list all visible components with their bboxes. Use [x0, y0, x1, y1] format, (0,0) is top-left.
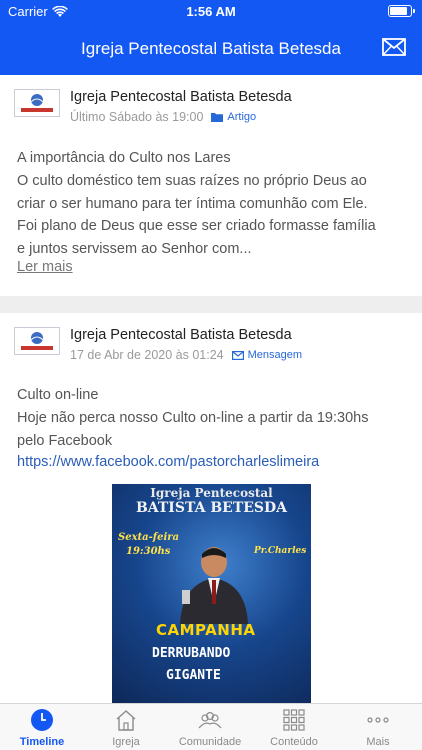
- post-category[interactable]: Artigo: [211, 111, 256, 123]
- pastor-photo: [180, 547, 248, 624]
- envelope-icon: [231, 350, 244, 360]
- tab-bar: Timeline Igreja Comunidade Conteúdo Mais: [0, 703, 422, 750]
- excerpt-line: Foi plano de Deus que esse ser criado fo…: [17, 218, 376, 234]
- tab-label: Igreja: [112, 736, 140, 748]
- excerpt-line: e juntos servissem ao Senhor com...: [17, 240, 252, 257]
- excerpt-line: criar o ser humano para ter íntima comun…: [17, 195, 368, 212]
- post-author[interactable]: Igreja Pentecostal Batista Betesda: [70, 89, 292, 105]
- post-category-label: Artigo: [227, 111, 257, 123]
- status-time: 1:56 AM: [186, 4, 236, 19]
- post-author[interactable]: Igreja Pentecostal Batista Betesda: [70, 327, 292, 343]
- clock-icon: [31, 709, 53, 731]
- post-date: Último Sábado às 19:00: [70, 110, 204, 124]
- poster-slogan-line2: GIGANTE: [166, 668, 221, 683]
- excerpt-line: O culto doméstico tem suas raízes no pró…: [17, 173, 367, 189]
- poster-time: 19:30hs: [126, 546, 171, 557]
- church-logo-avatar: [14, 89, 60, 117]
- page-title: Igreja Pentecostal Batista Betesda: [81, 39, 341, 58]
- church-logo-avatar: [14, 327, 60, 355]
- tab-label: Mais: [366, 736, 390, 748]
- poster-church-line1: Igreja Pentecostal: [150, 486, 273, 500]
- post-category-label: Mensagem: [247, 349, 303, 361]
- post-title[interactable]: A importância do Culto nos Lares: [17, 150, 231, 166]
- folder-icon: [211, 113, 224, 122]
- post-excerpt: O culto doméstico tem suas raízes no pró…: [17, 170, 409, 260]
- navigation-bar: Igreja Pentecostal Batista Betesda: [0, 24, 422, 75]
- grid-icon: [283, 709, 305, 731]
- facebook-link[interactable]: https://www.facebook.com/pastorcharlesli…: [17, 454, 319, 470]
- timeline-feed[interactable]: Igreja Pentecostal Batista Betesda Últim…: [0, 75, 422, 703]
- logo-icon: [21, 94, 53, 112]
- tab-conteudo[interactable]: Conteúdo: [252, 704, 336, 750]
- poster-church-line2: BATISTA BETESDA: [135, 500, 288, 516]
- body-line: pelo Facebook: [17, 432, 113, 449]
- read-more-link[interactable]: Ler mais: [17, 259, 73, 275]
- more-icon: [367, 717, 389, 723]
- tab-igreja[interactable]: Igreja: [84, 704, 168, 750]
- poster-day: Sexta-feira: [118, 532, 180, 543]
- battery-icon: [388, 5, 415, 17]
- post-card[interactable]: Igreja Pentecostal Batista Betesda 17 de…: [0, 313, 422, 703]
- post-category[interactable]: Mensagem: [231, 349, 303, 361]
- tab-mais[interactable]: Mais: [336, 704, 420, 750]
- poster-campaign: CAMPANHA: [156, 621, 256, 639]
- post-body: Hoje não perca nosso Culto on-line a par…: [17, 407, 409, 452]
- post-title[interactable]: Culto on-line: [17, 387, 98, 403]
- app-header: Carrier 1:56 AM Igreja Pentecostal Batis…: [0, 0, 422, 75]
- tab-timeline[interactable]: Timeline: [0, 704, 84, 750]
- church-icon: [116, 710, 136, 731]
- people-icon: [198, 711, 222, 729]
- poster-slogan-line1: DERRUBANDO: [152, 646, 231, 661]
- mail-icon[interactable]: [382, 38, 406, 56]
- body-line: Hoje não perca nosso Culto on-line a par…: [17, 410, 369, 426]
- logo-icon: [21, 332, 53, 350]
- post-date: 17 de Abr de 2020 às 01:24: [70, 348, 224, 362]
- post-meta: 17 de Abr de 2020 às 01:24 Mensagem: [70, 348, 302, 362]
- tab-comunidade[interactable]: Comunidade: [168, 704, 252, 750]
- poster-pastor: Pr.Charles: [254, 546, 307, 556]
- tab-label: Timeline: [19, 736, 65, 748]
- status-bar: Carrier 1:56 AM: [0, 0, 422, 24]
- post-meta: Último Sábado às 19:00 Artigo: [70, 110, 256, 124]
- tab-label: Comunidade: [178, 736, 242, 748]
- campaign-poster-image[interactable]: Igreja Pentecostal BATISTA BETESDA Sexta…: [112, 484, 311, 703]
- post-card[interactable]: Igreja Pentecostal Batista Betesda Últim…: [0, 75, 422, 296]
- tab-label: Conteúdo: [270, 736, 318, 748]
